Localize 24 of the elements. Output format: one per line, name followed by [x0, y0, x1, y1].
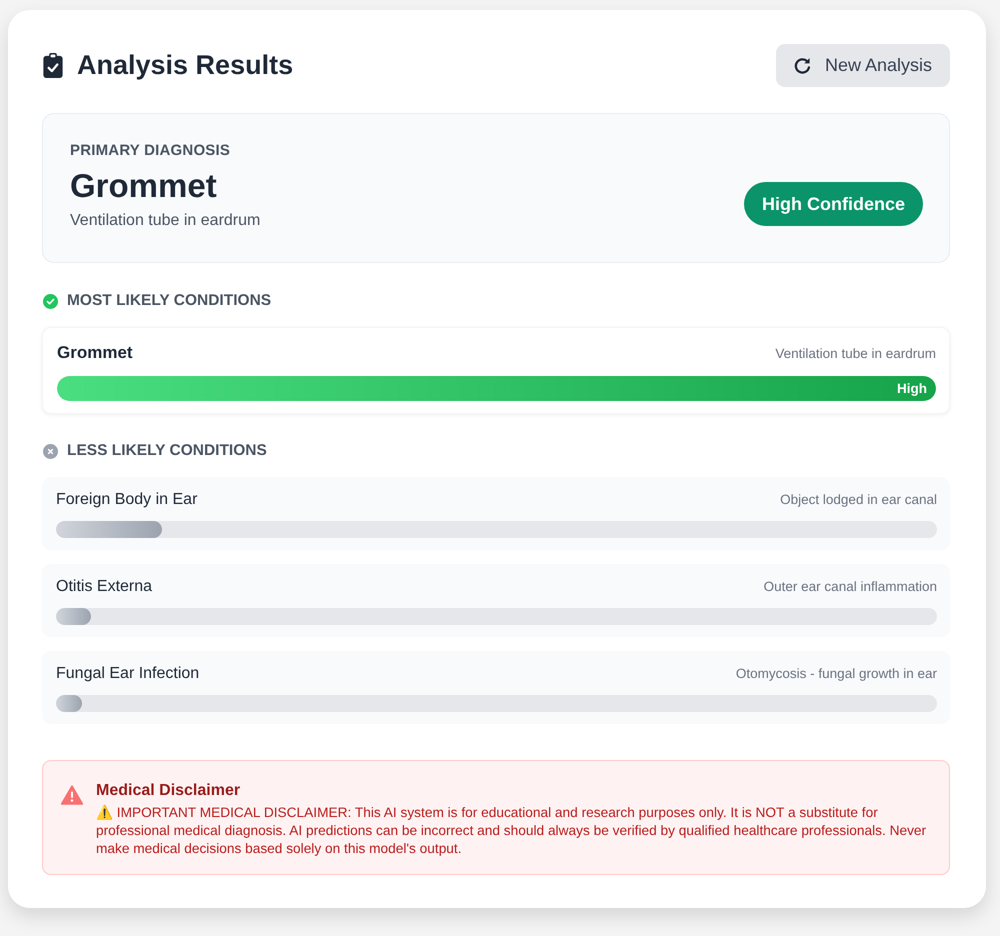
page-title: Analysis Results	[77, 50, 294, 81]
diagnosis-name: Grommet	[70, 167, 218, 205]
x-circle-icon	[43, 444, 58, 458]
clipboard-check-icon	[43, 53, 63, 78]
new-analysis-button[interactable]: New Analysis	[776, 44, 950, 87]
condition-description: Ventilation tube in eardrum	[775, 346, 936, 361]
condition-name: Fungal Ear Infection	[56, 665, 200, 683]
disclaimer-title: Medical Disclaimer	[96, 782, 242, 800]
section-label: PRIMARY DIAGNOSIS	[70, 142, 232, 159]
disclaimer-text: ⚠ IMPORTANT MEDICAL DISCLAIMER: This AI system is for educational and research purposes only. It is NOT a substitute for professional medical diagnosis. AI predictions can be incorrect and should always be verified by qualified healthcare professionals. Never make medical decisions based solely on this model's output.	[96, 804, 928, 858]
section-heading: MOST LIKELY CONDITIONS	[67, 292, 272, 310]
condition-name: Grommet	[57, 343, 133, 363]
confidence-label: High	[897, 381, 927, 396]
condition-name: Otitis Externa	[56, 578, 152, 596]
section-heading: LESS LIKELY CONDITIONS	[67, 442, 267, 460]
refresh-icon	[794, 57, 811, 74]
condition-description: Outer ear canal inflammation	[764, 579, 937, 594]
check-circle-icon	[43, 294, 58, 308]
diagnosis-description: Ventilation tube in eardrum	[70, 212, 260, 230]
confidence-badge: High Confidence	[744, 182, 923, 226]
condition-name: Foreign Body in Ear	[56, 491, 198, 509]
warning-icon	[61, 785, 83, 805]
condition-description: Otomycosis - fungal growth in ear	[736, 666, 937, 681]
condition-description: Object lodged in ear canal	[780, 492, 937, 507]
